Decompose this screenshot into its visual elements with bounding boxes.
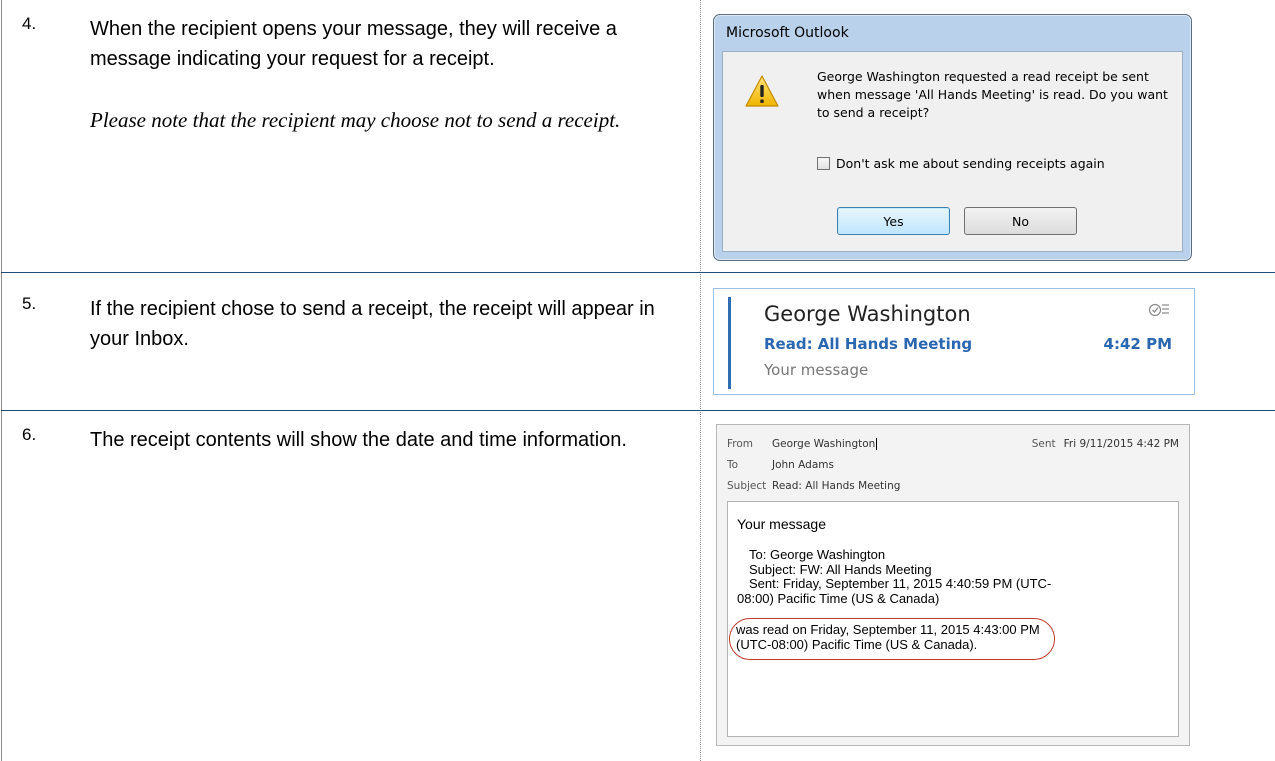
receipt-subject: Subject Read: All Hands Meeting <box>727 480 900 492</box>
warning-icon <box>745 75 779 107</box>
receipt-to: To John Adams <box>727 459 834 471</box>
no-button[interactable]: No <box>964 207 1077 235</box>
read-timestamp: was read on Friday, September 11, 2015 4… <box>736 622 1156 652</box>
receipt-message-view: From George Washington Sent Fri 9/11/2015 … <box>716 424 1190 746</box>
subject-value: Read: All Hands Meeting <box>772 480 901 492</box>
row-divider <box>1 272 1275 273</box>
inbox-message-item[interactable]: George Washington Read: All Hands Meetin… <box>713 288 1195 395</box>
step-description: If the recipient chose to send a receipt… <box>90 298 655 350</box>
read-line-continued: (UTC-08:00) Pacific Time (US & Canada). <box>736 637 978 652</box>
row-divider <box>1 410 1275 411</box>
table-column-divider <box>700 0 701 761</box>
unread-indicator-bar <box>728 297 731 389</box>
receipt-sent: Sent Fri 9/11/2015 4:42 PM <box>1032 438 1179 450</box>
receipt-details: To: George Washington Subject: FW: All H… <box>737 547 1172 606</box>
message-sender: George Washington <box>764 302 971 326</box>
receipt-body-title: Your message <box>737 516 826 532</box>
sent-label: Sent <box>1031 438 1056 450</box>
receipt-from: From George Washington <box>727 438 878 450</box>
from-value[interactable]: George Washington <box>772 438 878 450</box>
sent-value: Fri 9/11/2015 4:42 PM <box>1063 438 1179 450</box>
dont-ask-checkbox-row[interactable]: Don't ask me about sending receipts agai… <box>817 156 1105 171</box>
receipt-body[interactable]: Your message To: George Washington Subje… <box>727 501 1179 737</box>
yes-button[interactable]: Yes <box>837 207 950 235</box>
step-number: 6. <box>22 425 37 444</box>
to-label: To <box>727 459 739 471</box>
step-number: 5. <box>22 294 37 313</box>
step-description: When the recipient opens your message, t… <box>90 18 617 70</box>
detail-sent: Sent: Friday, September 11, 2015 4:40:59… <box>749 576 1052 591</box>
table-left-border <box>1 0 2 761</box>
step-text: When the recipient opens your message, t… <box>90 14 690 138</box>
message-preview: Your message <box>764 361 869 379</box>
from-label: From <box>727 438 754 450</box>
dont-ask-checkbox[interactable] <box>817 157 830 170</box>
read-flag-icon[interactable] <box>1148 301 1170 319</box>
message-time: 4:42 PM <box>1103 335 1172 353</box>
read-receipt-dialog: Microsoft Outlook George Washington requ… <box>713 14 1192 261</box>
dialog-message: George Washington requested a read recei… <box>817 69 1168 120</box>
dont-ask-checkbox-label[interactable]: Don't ask me about sending receipts agai… <box>836 156 1105 171</box>
step-description: The receipt contents will show the date … <box>90 429 627 451</box>
step-note: Please note that the recipient may choos… <box>90 108 621 132</box>
dialog-title: Microsoft Outlook <box>726 25 849 41</box>
detail-sent-continued: 08:00) Pacific Time (US & Canada) <box>737 590 940 606</box>
step-number: 4. <box>22 14 37 33</box>
message-subject: Read: All Hands Meeting <box>764 335 973 353</box>
to-value[interactable]: John Adams <box>772 459 834 471</box>
subject-label: Subject <box>727 480 767 492</box>
detail-to: To: George Washington <box>749 547 886 562</box>
detail-subject: Subject: FW: All Hands Meeting <box>749 561 932 577</box>
read-line: was read on Friday, September 11, 2015 4… <box>736 622 1040 637</box>
dialog-body: George Washington requested a read recei… <box>722 51 1183 252</box>
